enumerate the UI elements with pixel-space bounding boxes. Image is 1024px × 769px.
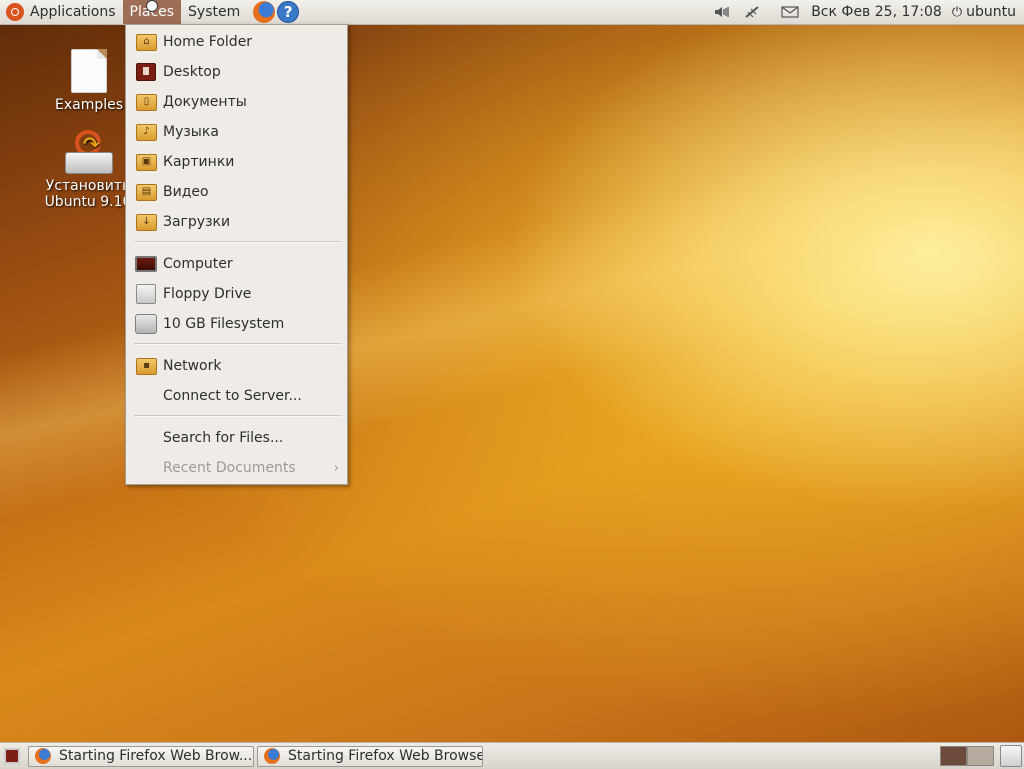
documents-folder-icon: ▯ [135,92,157,112]
firefox-launcher-icon[interactable] [253,1,276,23]
menu-item-home-folder[interactable]: ⌂ Home Folder [126,27,347,57]
menu-item-label: Connect to Server... [163,388,302,404]
user-name: ubuntu [966,4,1016,20]
volume-icon[interactable] [713,3,731,21]
menu-item-videos[interactable]: ▤ Видео [126,177,347,207]
taskbar-button-firefox-2[interactable]: Starting Firefox Web Browser [257,745,483,767]
menu-item-documents[interactable]: ▯ Документы [126,87,347,117]
desktop-icon-examples[interactable]: Examples [50,49,128,113]
menu-item-recent-documents: Recent Documents › [126,453,347,483]
menu-item-downloads[interactable]: ↓ Загрузки [126,207,347,237]
network-disconnected-icon[interactable] [743,3,761,21]
network-folder-icon: ▪ [135,356,157,376]
hard-disk-icon [135,314,157,334]
menu-item-pictures[interactable]: ▣ Картинки [126,147,347,177]
menu-item-computer[interactable]: Computer [126,249,347,279]
clock[interactable]: Вск Фев 25, 17:08 [811,4,942,20]
menu-separator [134,241,341,243]
menu-separator [134,415,341,417]
menu-item-desktop[interactable]: Desktop [126,57,347,87]
menu-item-label: Floppy Drive [163,286,252,302]
bottom-panel: Starting Firefox Web Brow... Starting Fi… [0,742,1024,769]
menu-item-music[interactable]: ♪ Музыка [126,117,347,147]
places-menu: ⌂ Home Folder Desktop ▯ Документы ♪ Музы… [125,24,348,485]
menu-item-label: Computer [163,256,233,272]
menu-item-label: Загрузки [163,214,231,230]
mail-icon[interactable] [781,3,799,21]
power-icon: ⏻ [951,4,963,20]
desktop-icon-label-line2: Ubuntu 9.10 [44,194,132,210]
ubuntu-logo-icon[interactable] [6,3,24,21]
system-tray: Вск Фев 25, 17:08 ⏻ ubuntu [707,0,1024,24]
trash-icon[interactable] [1000,745,1022,767]
menu-item-filesystem[interactable]: 10 GB Filesystem [126,309,347,339]
menu-item-label: Home Folder [163,34,253,50]
menu-item-floppy-drive[interactable]: Floppy Drive [126,279,347,309]
workspace-switcher [940,746,994,766]
taskbar-button-firefox-1[interactable]: Starting Firefox Web Brow... [28,745,254,767]
taskbar-button-label: Starting Firefox Web Brow... [59,748,253,764]
submenu-arrow-icon: › [333,460,339,476]
show-desktop-icon[interactable] [4,748,20,764]
desktop-icon-label-line1: Установить [45,178,131,194]
menu-item-label: Desktop [163,64,221,80]
menu-item-label: Network [163,358,222,374]
document-icon [71,49,107,93]
videos-folder-icon: ▤ [135,182,157,202]
desktop-icon-install-ubuntu[interactable]: ↷ Установить Ubuntu 9.10 [40,130,136,210]
menu-item-label: Документы [163,94,247,110]
downloads-folder-icon: ↓ [135,212,157,232]
menu-item-search-for-files[interactable]: Search for Files... [126,423,347,453]
workspace-2[interactable] [967,746,994,766]
music-folder-icon: ♪ [135,122,157,142]
menu-separator [134,343,341,345]
floppy-drive-icon [135,284,157,304]
menu-item-label: Видео [163,184,209,200]
menu-item-network[interactable]: ▪ Network [126,351,347,381]
menu-item-label: Search for Files... [163,430,284,446]
menu-item-label: Музыка [163,124,219,140]
installer-icon: ↷ [63,130,113,174]
user-menu[interactable]: ⏻ ubuntu [952,4,1016,20]
firefox-icon [264,748,280,764]
computer-icon [135,254,157,274]
applications-menu[interactable]: Applications [28,0,123,24]
desktop-icon-label: Examples [54,97,124,113]
pictures-folder-icon: ▣ [135,152,157,172]
mouse-cursor-icon [146,0,158,12]
system-menu[interactable]: System [181,0,247,24]
menu-item-label: Recent Documents [163,460,296,476]
help-icon[interactable]: ? [277,1,300,23]
desktop-icon [135,62,157,82]
workspace-1[interactable] [940,746,967,766]
home-folder-icon: ⌂ [135,32,157,52]
firefox-icon [35,748,51,764]
menu-item-label: Картинки [163,154,235,170]
menu-item-label: 10 GB Filesystem [163,316,285,332]
menu-item-connect-to-server[interactable]: Connect to Server... [126,381,347,411]
taskbar-button-label: Starting Firefox Web Browser [288,748,483,764]
